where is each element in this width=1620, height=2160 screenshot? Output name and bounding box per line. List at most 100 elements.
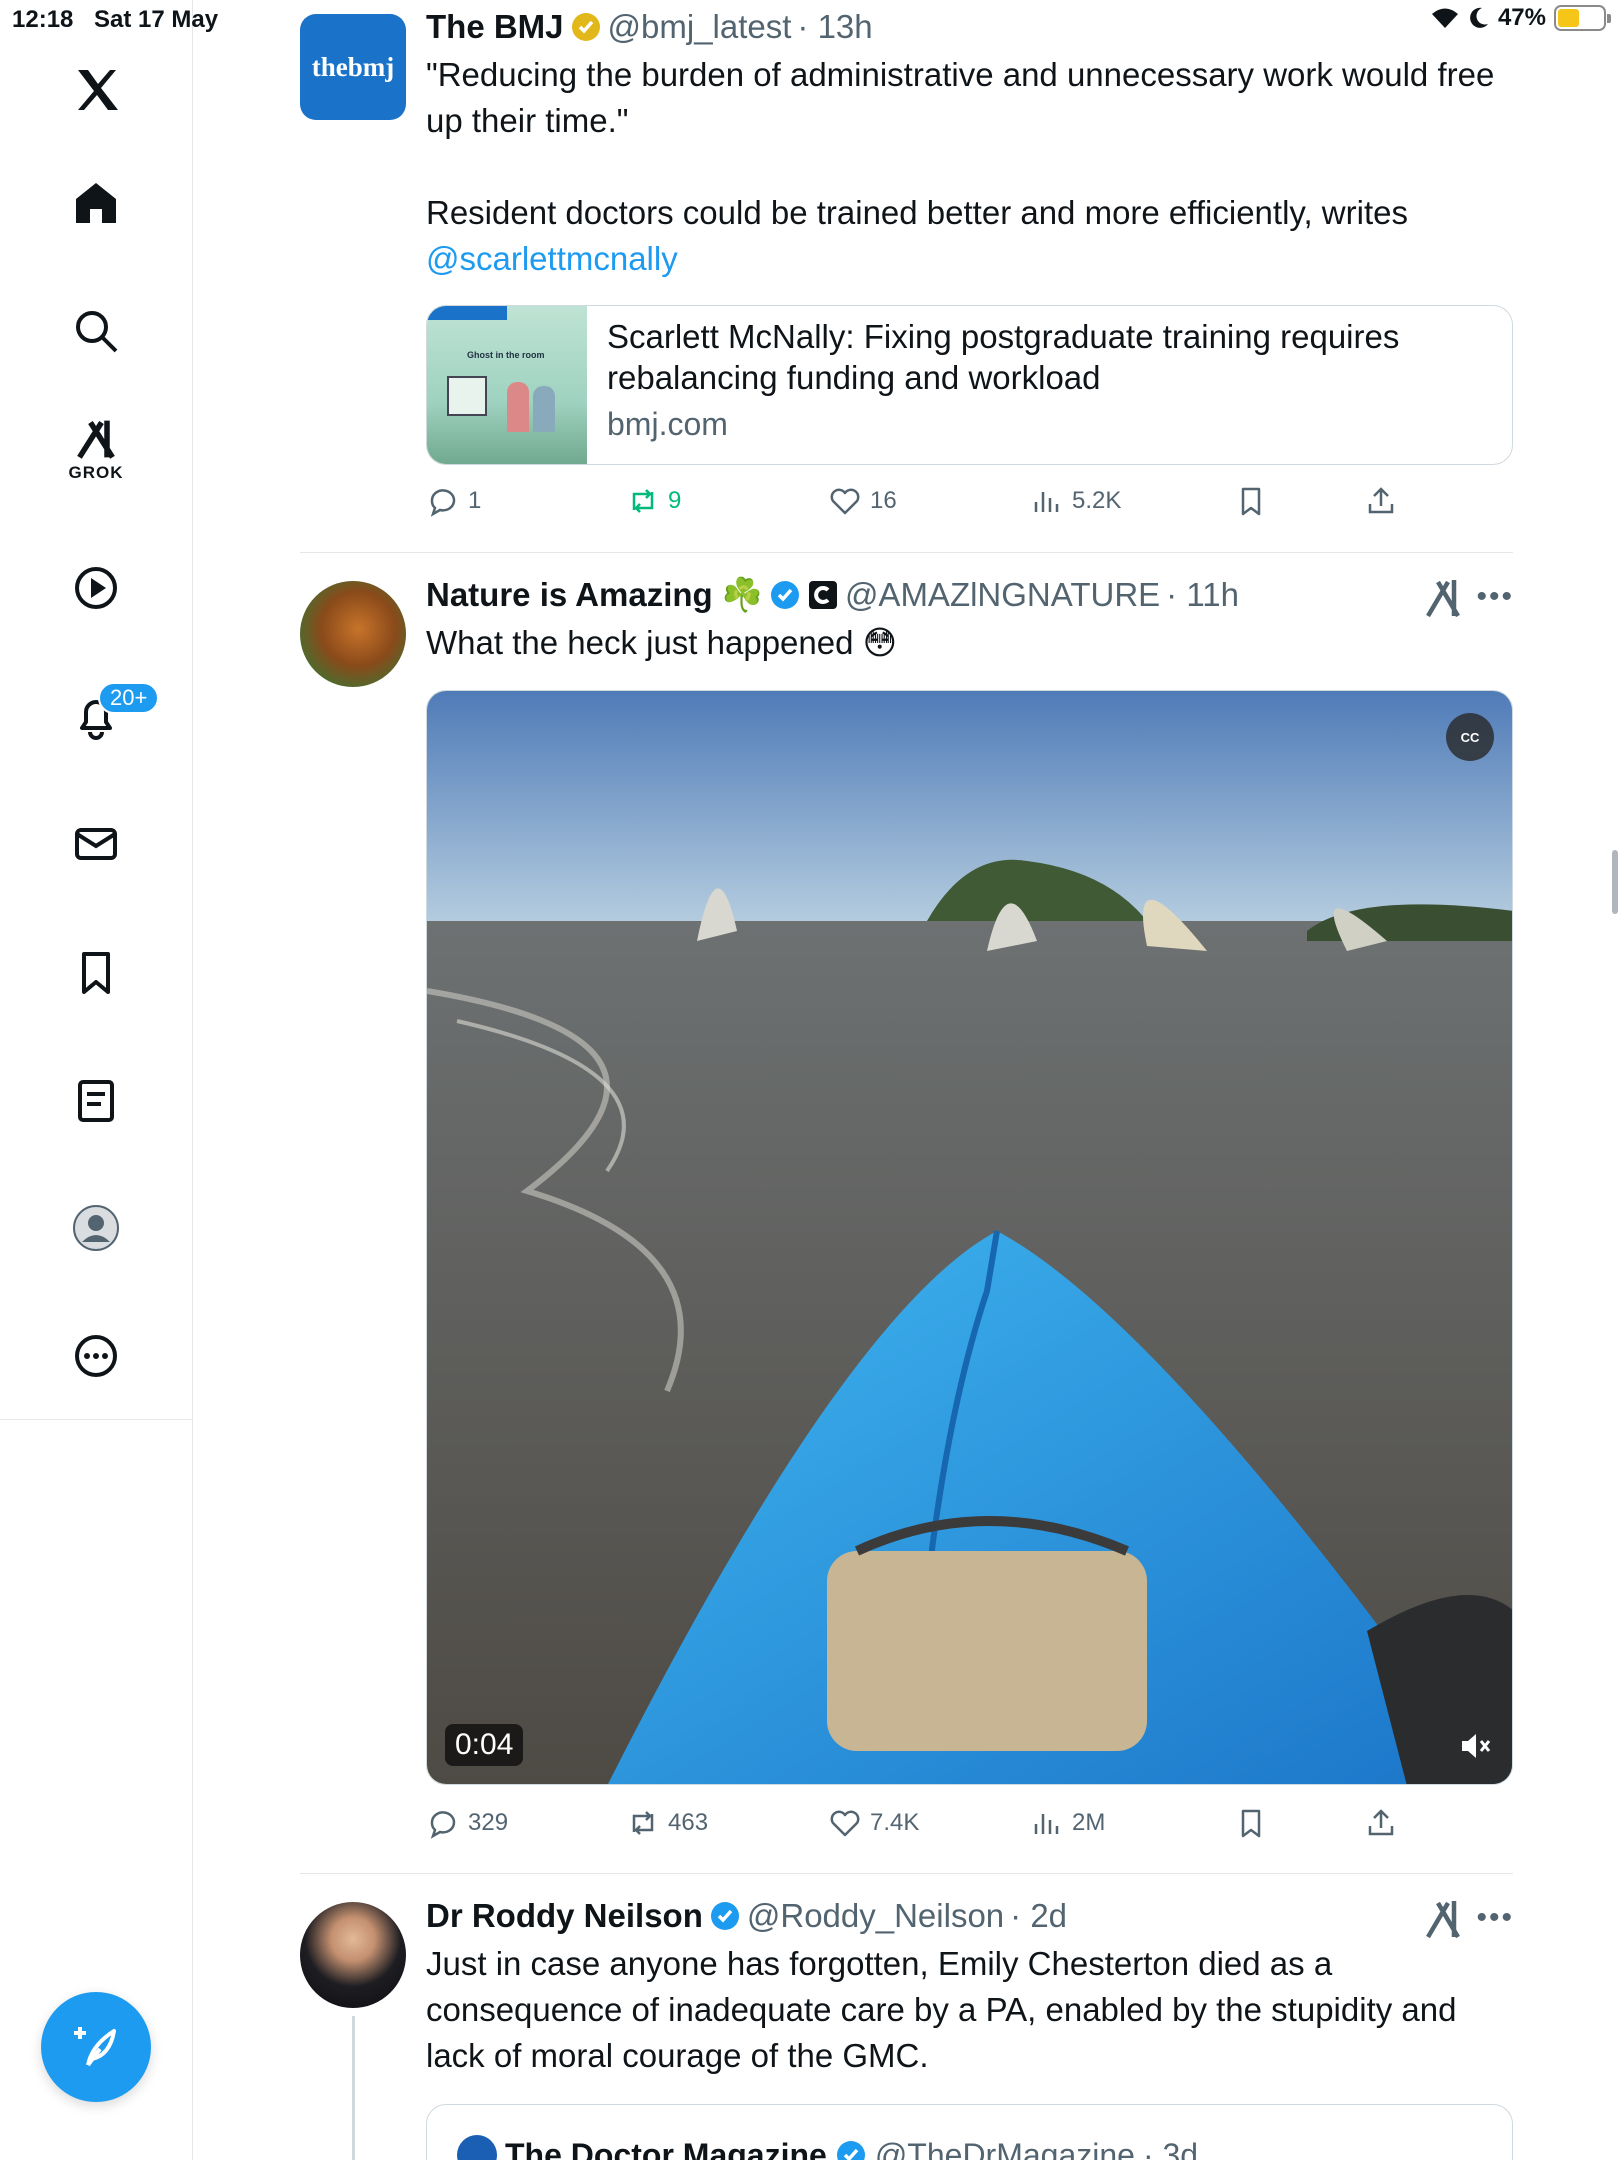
quote-header: The Doctor Magazine @TheDrMagazine · 3d bbox=[457, 2135, 1198, 2160]
verified-badge-icon bbox=[836, 2141, 865, 2160]
list-icon bbox=[78, 1080, 114, 1122]
quote-handle: @TheDrMagazine bbox=[874, 2136, 1135, 2160]
search-icon bbox=[76, 311, 118, 353]
video-frame bbox=[427, 691, 1512, 1784]
reply-icon bbox=[430, 489, 456, 517]
reply-button[interactable]: 329 bbox=[426, 1806, 508, 1840]
tweet-header: Nature is Amazing ☘️ @AMAZlNGNATURE · 11… bbox=[426, 574, 1516, 616]
thumb-figure-2 bbox=[533, 386, 555, 432]
reply-count: 329 bbox=[468, 1809, 509, 1836]
link-card-title: Scarlett McNally: Fixing postgraduate tr… bbox=[607, 318, 1400, 396]
like-count: 7.4K bbox=[870, 1809, 920, 1836]
sidebar-item-notifications[interactable]: 20+ bbox=[56, 676, 160, 756]
retweet-count: 463 bbox=[668, 1809, 709, 1836]
reply-button[interactable]: 1 bbox=[426, 484, 481, 518]
thumb-figure bbox=[507, 382, 529, 432]
bookmark-icon bbox=[82, 952, 110, 994]
video-duration: 0:04 bbox=[445, 1724, 524, 1766]
share-icon bbox=[1368, 1809, 1394, 1836]
retweet-count: 9 bbox=[668, 487, 682, 514]
thread-line bbox=[352, 2016, 355, 2160]
more-circle-icon bbox=[75, 1335, 117, 1377]
views-chart-icon bbox=[1034, 492, 1059, 512]
sidebar-item-search[interactable] bbox=[56, 291, 136, 371]
avatar[interactable] bbox=[300, 1902, 406, 2008]
sidebar-item-lists[interactable] bbox=[56, 1060, 136, 1140]
views-button[interactable]: 2M bbox=[1030, 1806, 1105, 1840]
sidebar-item-grok[interactable]: GROK bbox=[56, 410, 136, 490]
like-button[interactable]: 16 bbox=[828, 484, 897, 518]
status-time: 12:18 bbox=[12, 6, 74, 33]
grok-icon[interactable] bbox=[1424, 1899, 1464, 1939]
reply-count: 1 bbox=[468, 487, 482, 514]
avatar[interactable] bbox=[300, 581, 406, 687]
thumb-caption: Ghost in the room bbox=[467, 350, 545, 360]
tweet-text: Just in case anyone has forgotten, Emily… bbox=[426, 1945, 1457, 2074]
tweet-content: The BMJ @bmj_latest · 13h "Reducing the … bbox=[426, 6, 1516, 282]
views-count: 5.2K bbox=[1072, 487, 1122, 514]
mail-icon bbox=[75, 828, 117, 860]
sidebar-item-bookmarks[interactable] bbox=[56, 932, 136, 1012]
share-button[interactable] bbox=[1364, 1806, 1398, 1840]
views-count: 2M bbox=[1072, 1809, 1106, 1836]
like-button[interactable]: 7.4K bbox=[828, 1806, 919, 1840]
more-options-icon[interactable]: ••• bbox=[1476, 1901, 1514, 1935]
quote-time: · 3d bbox=[1142, 2136, 1199, 2160]
retweet-button[interactable]: 9 bbox=[626, 484, 681, 518]
home-icon bbox=[76, 183, 116, 223]
tweet-text: "Reducing the burden of administrative a… bbox=[426, 56, 1495, 139]
views-button[interactable]: 5.2K bbox=[1030, 484, 1121, 518]
mute-icon[interactable] bbox=[1456, 1726, 1496, 1766]
handle[interactable]: @AMAZlNGNATURE bbox=[845, 574, 1160, 616]
compose-button[interactable] bbox=[41, 1992, 151, 2102]
scrollbar-handle[interactable] bbox=[1612, 850, 1618, 914]
sidebar-item-messages[interactable] bbox=[56, 804, 136, 884]
retweet-button[interactable]: 463 bbox=[626, 1806, 708, 1840]
link-card[interactable]: Ghost in the room Scarlett McNally: Fixi… bbox=[426, 305, 1513, 465]
heart-icon bbox=[830, 488, 860, 515]
notification-badge: 20+ bbox=[98, 682, 160, 714]
avatar-logo-text: thebmj bbox=[311, 51, 395, 82]
handle[interactable]: @Roddy_Neilson bbox=[747, 1895, 1004, 1937]
compose-feather-icon bbox=[74, 2027, 116, 2067]
reply-icon bbox=[430, 1811, 456, 1839]
grok-icon[interactable] bbox=[1424, 578, 1464, 618]
tweet-separator bbox=[300, 552, 1513, 553]
bookmark-tweet-button[interactable] bbox=[1234, 1806, 1268, 1840]
status-indicators: 47% bbox=[1430, 4, 1611, 32]
more-options-icon[interactable]: ••• bbox=[1476, 580, 1514, 614]
play-icon bbox=[75, 567, 117, 609]
captions-button[interactable]: CC bbox=[1446, 713, 1494, 761]
quote-tweet-card[interactable]: The Doctor Magazine @TheDrMagazine · 3d bbox=[426, 2104, 1513, 2160]
bookmark-tweet-button[interactable] bbox=[1234, 484, 1268, 518]
tweet-separator bbox=[300, 1873, 1513, 1874]
tweet-time[interactable]: · 11h bbox=[1166, 574, 1239, 616]
sidebar-divider bbox=[0, 1419, 193, 1420]
sidebar-item-more[interactable] bbox=[56, 1316, 136, 1396]
grok-label: GROK bbox=[68, 463, 124, 482]
status-date: Sat 17 May bbox=[94, 6, 219, 33]
quote-avatar bbox=[457, 2135, 497, 2160]
profile-avatar-icon bbox=[73, 1205, 119, 1251]
grok-icon bbox=[77, 420, 115, 459]
like-count: 16 bbox=[870, 487, 897, 514]
x-logo-icon[interactable] bbox=[56, 50, 136, 130]
mention-link[interactable]: @scarlettmcnally bbox=[426, 236, 1516, 282]
display-name[interactable]: Nature is Amazing ☘️ bbox=[426, 574, 763, 616]
verified-badge-icon bbox=[770, 581, 799, 609]
share-button[interactable] bbox=[1364, 484, 1398, 518]
tweet-time[interactable]: · 2d bbox=[1010, 1895, 1067, 1937]
wifi-icon bbox=[1431, 8, 1458, 28]
retweet-icon bbox=[632, 1811, 654, 1835]
sidebar-item-home[interactable] bbox=[56, 163, 136, 243]
tweet-header: Dr Roddy Neilson @Roddy_Neilson · 2d bbox=[426, 1895, 1516, 1937]
quote-display-name: The Doctor Magazine bbox=[505, 2136, 827, 2160]
sidebar-item-video[interactable] bbox=[56, 548, 136, 628]
retweet-icon bbox=[632, 489, 654, 513]
sidebar-item-profile[interactable] bbox=[56, 1188, 136, 1268]
display-name[interactable]: Dr Roddy Neilson bbox=[426, 1895, 703, 1937]
video-player[interactable]: CC 0:04 bbox=[426, 690, 1513, 1785]
tweet-text: What the heck just happened 😳 bbox=[426, 624, 898, 661]
link-card-thumbnail: Ghost in the room bbox=[427, 306, 587, 464]
thumb-header-bar bbox=[427, 306, 507, 320]
